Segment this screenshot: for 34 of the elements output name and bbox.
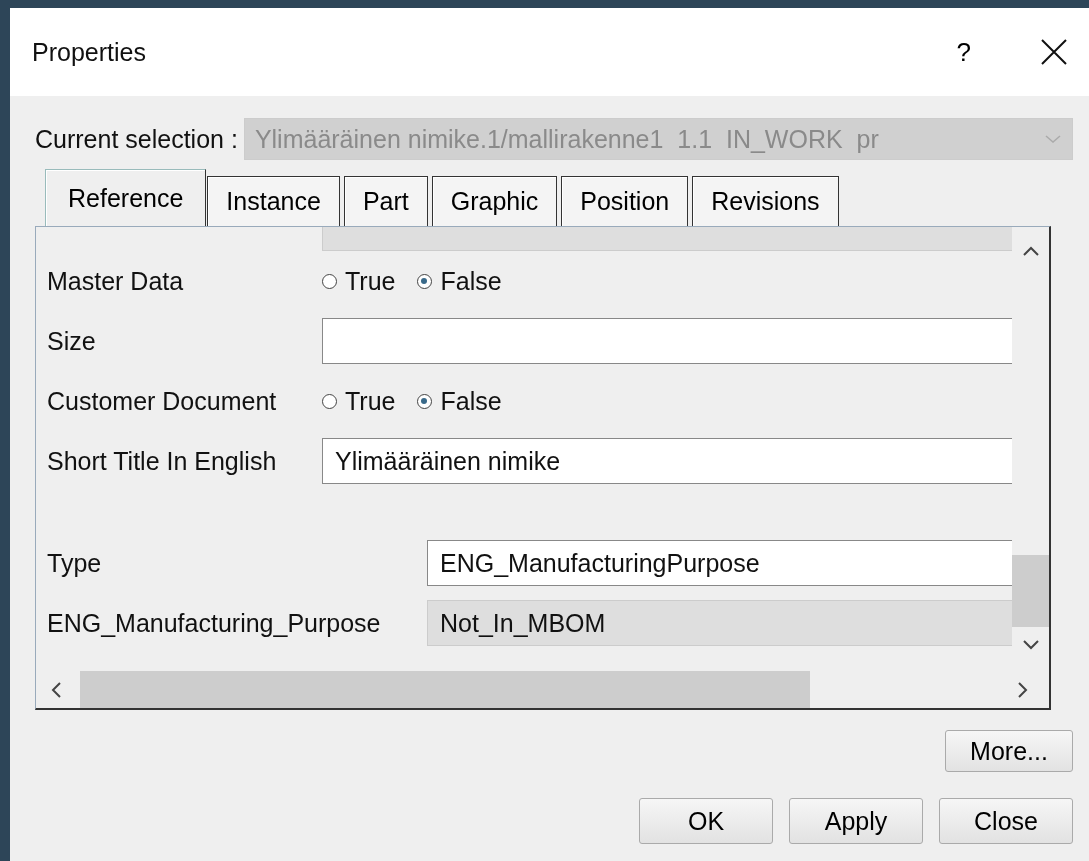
input-field[interactable]: Ylimääräinen nimike xyxy=(322,438,1012,484)
scroll-down-icon[interactable] xyxy=(1021,639,1040,651)
radio-option[interactable]: False xyxy=(417,386,502,416)
scroll-thumb[interactable] xyxy=(1012,555,1049,627)
scroll-left-icon[interactable] xyxy=(50,680,62,699)
radio-option[interactable]: True xyxy=(322,386,396,416)
window-title: Properties xyxy=(32,37,147,67)
tab[interactable]: Position xyxy=(561,176,689,226)
property-label: Short Title In English xyxy=(47,446,278,476)
scroll-right-icon[interactable] xyxy=(1017,680,1029,699)
dialog-button[interactable]: Close xyxy=(939,798,1073,844)
close-icon[interactable] xyxy=(1041,39,1067,65)
current-selection-label: Current selection : xyxy=(35,124,238,154)
help-button[interactable]: ? xyxy=(956,36,971,68)
dialog-button[interactable]: Apply xyxy=(789,798,923,844)
property-label: Size xyxy=(47,326,97,356)
radio-option[interactable]: False xyxy=(417,266,502,296)
readonly-field: Not_In_MBOM xyxy=(427,600,1012,646)
more-button[interactable]: More... xyxy=(945,730,1073,772)
tab[interactable]: Revisions xyxy=(692,176,839,226)
tab[interactable]: Reference xyxy=(45,169,207,226)
tab[interactable]: Instance xyxy=(207,176,340,226)
tab[interactable]: Part xyxy=(343,176,428,226)
property-label: Master Data xyxy=(47,266,185,296)
scroll-up-icon[interactable] xyxy=(1021,245,1040,257)
radio-option[interactable]: True xyxy=(322,266,396,296)
property-label: ENG_Manufacturing_Purpose xyxy=(47,608,382,638)
dialog-button[interactable]: OK xyxy=(639,798,773,844)
property-label: Customer Document xyxy=(47,386,278,416)
scroll-thumb[interactable] xyxy=(80,671,810,708)
input-field[interactable]: ENG_ManufacturingPurpose xyxy=(427,540,1012,586)
property-label: Type xyxy=(47,548,103,578)
input-field[interactable] xyxy=(322,318,1012,364)
tab[interactable]: Graphic xyxy=(431,176,558,226)
